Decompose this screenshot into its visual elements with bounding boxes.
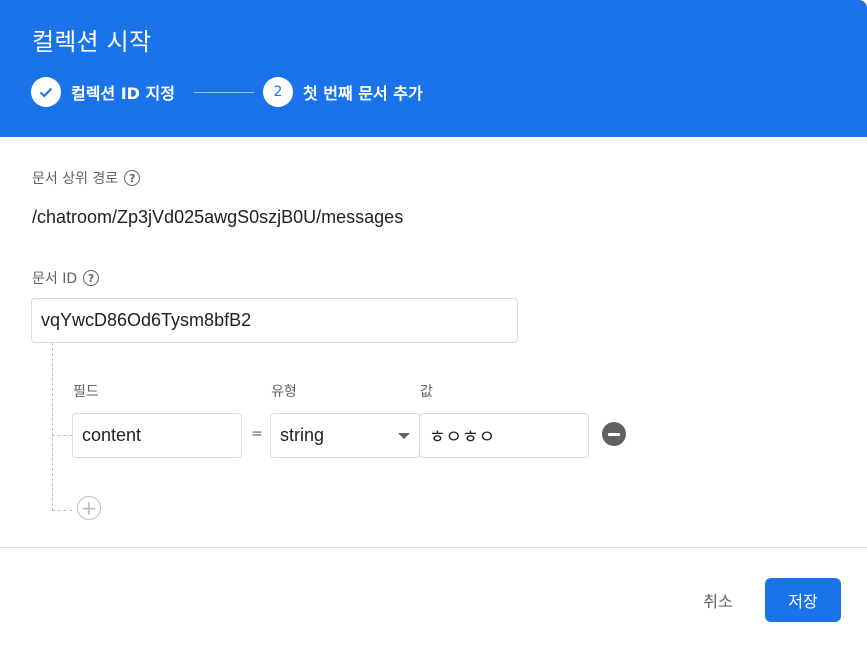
parent-path-value: /chatroom/Zp3jVd025awgS0szjB0U/messages [32, 207, 404, 227]
add-field-icon[interactable]: + [77, 496, 101, 520]
step-1-label: 컬렉션 ID 지정 [71, 84, 175, 103]
dialog-header: 컬렉션 시작 컬렉션 ID 지정 2 첫 번째 문서 추가 [0, 0, 867, 137]
tree-line-vertical [52, 343, 53, 511]
dialog-title: 컬렉션 시작 [32, 28, 152, 56]
column-label-field: 필드 [73, 384, 99, 400]
step-2-label: 첫 번째 문서 추가 [303, 84, 423, 103]
field-value-input[interactable]: ㅎㅇㅎㅇ [419, 413, 589, 458]
doc-id-label: 문서 ID [32, 271, 78, 287]
type-select[interactable]: string [270, 413, 420, 458]
column-label-type: 유형 [271, 384, 297, 400]
step-2: 2 첫 번째 문서 추가 [263, 77, 423, 107]
step-connector [194, 92, 254, 93]
start-collection-dialog: 컬렉션 시작 컬렉션 ID 지정 2 첫 번째 문서 추가 문서 상위 경로 ?… [0, 0, 867, 652]
check-icon [31, 77, 61, 107]
save-button[interactable]: 저장 [765, 578, 841, 622]
parent-path-label-row: 문서 상위 경로 ? [32, 168, 141, 188]
help-icon[interactable]: ? [124, 170, 141, 186]
tree-line-branch [52, 510, 72, 511]
type-select-value: string [280, 425, 325, 445]
doc-id-input[interactable]: vqYwcD86Od6Tysm8bfB2 [31, 298, 518, 343]
cancel-button[interactable]: 취소 [688, 578, 748, 622]
equals-sign: = [251, 426, 263, 442]
remove-field-icon[interactable] [602, 422, 626, 446]
chevron-down-icon [398, 432, 410, 439]
check-icon-glyph [39, 87, 53, 98]
footer-divider [0, 547, 867, 548]
parent-path-label: 문서 상위 경로 [32, 171, 119, 187]
doc-id-label-row: 문서 ID ? [32, 268, 100, 288]
field-name-input[interactable]: content [72, 413, 242, 458]
column-label-value: 값 [420, 384, 433, 400]
step-2-number: 2 [263, 77, 293, 107]
step-1: 컬렉션 ID 지정 [31, 77, 175, 107]
help-icon[interactable]: ? [83, 270, 100, 286]
tree-line-branch [52, 435, 72, 436]
